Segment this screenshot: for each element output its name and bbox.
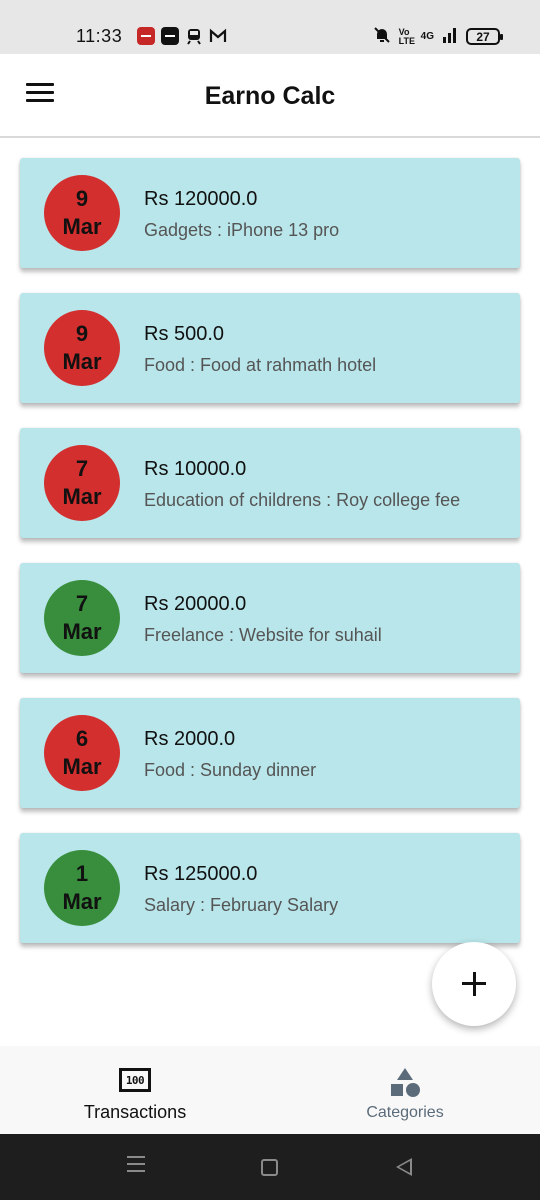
transaction-amount: Rs 20000.0 [144,593,247,615]
date-day: 9 [75,186,89,211]
date-badge: 7 Mar [44,445,120,521]
transaction-description: Education of childrens : Roy college fee [144,490,461,510]
battery-indicator: 27 [466,28,503,45]
transaction-description: Salary : February Salary [144,895,339,915]
transaction-card[interactable]: 7 Mar Rs 20000.0 Freelance : Website for… [20,563,520,673]
transaction-amount: Rs 10000.0 [144,458,247,480]
date-badge: 6 Mar [44,715,120,791]
shapes-icon [389,1068,421,1098]
date-badge: 9 Mar [44,310,120,386]
date-badge: 9 Mar [44,175,120,251]
plus-icon [462,972,486,996]
transaction-amount: Rs 500.0 [144,323,225,345]
transaction-card[interactable]: 9 Mar Rs 120000.0 Gadgets : iPhone 13 pr… [20,158,520,268]
network-type: 4G [420,31,434,42]
date-day: 1 [75,861,89,886]
app-notification-icon [161,27,179,45]
transaction-card[interactable]: 7 Mar Rs 10000.0 Education of childrens … [20,428,520,538]
date-month: Mar [62,214,102,239]
transaction-amount: Rs 2000.0 [144,728,236,750]
train-icon [185,27,203,45]
date-month: Mar [62,619,102,644]
tab-label: Transactions [83,1102,187,1122]
mute-icon [373,26,391,47]
tab-categories[interactable]: Categories [270,1046,540,1134]
transaction-amount: Rs 120000.0 [144,188,258,210]
date-month: Mar [62,484,102,509]
date-day: 9 [75,321,89,346]
tab-label: Categories [366,1104,444,1121]
bottom-navigation: 100 Transactions Categories [0,1046,540,1134]
home-button[interactable] [261,1159,278,1176]
date-day: 6 [75,726,89,751]
transaction-description: Food : Food at rahmath hotel [144,355,377,375]
status-time: 11:33 [76,26,123,46]
tab-transactions[interactable]: 100 Transactions [0,1046,270,1134]
status-indicators: Vo LTE 4G 27 [373,26,503,47]
page-title: Earno Calc [204,82,336,110]
transaction-card[interactable]: 6 Mar Rs 2000.0 Food : Sunday dinner [20,698,520,808]
date-day: 7 [75,456,89,481]
money-100-icon: 100 [119,1068,151,1092]
date-badge: 1 Mar [44,850,120,926]
battery-level: 27 [476,29,490,44]
volte-indicator: Vo LTE [398,26,415,46]
transaction-amount: Rs 125000.0 [144,863,258,885]
date-month: Mar [62,349,102,374]
recents-button[interactable] [127,1156,145,1177]
date-month: Mar [62,754,102,779]
transaction-description: Gadgets : iPhone 13 pro [144,220,340,240]
system-navigation-bar [0,1134,540,1200]
app-bar: Earno Calc [0,54,540,138]
date-month: Mar [62,889,102,914]
back-button[interactable] [396,1158,412,1176]
transaction-description: Freelance : Website for suhail [144,625,382,645]
transaction-description: Food : Sunday dinner [144,760,317,780]
gmail-icon [209,27,227,45]
date-badge: 7 Mar [44,580,120,656]
status-bar: 11:33 Vo LTE 4G 27 [0,0,540,54]
status-app-icons [137,27,227,45]
transaction-card[interactable]: 9 Mar Rs 500.0 Food : Food at rahmath ho… [20,293,520,403]
date-day: 7 [75,591,89,616]
add-transaction-button[interactable] [432,942,516,1026]
transaction-card[interactable]: 1 Mar Rs 125000.0 Salary : February Sala… [20,833,520,943]
signal-icon [442,27,458,46]
app-notification-icon [137,27,155,45]
